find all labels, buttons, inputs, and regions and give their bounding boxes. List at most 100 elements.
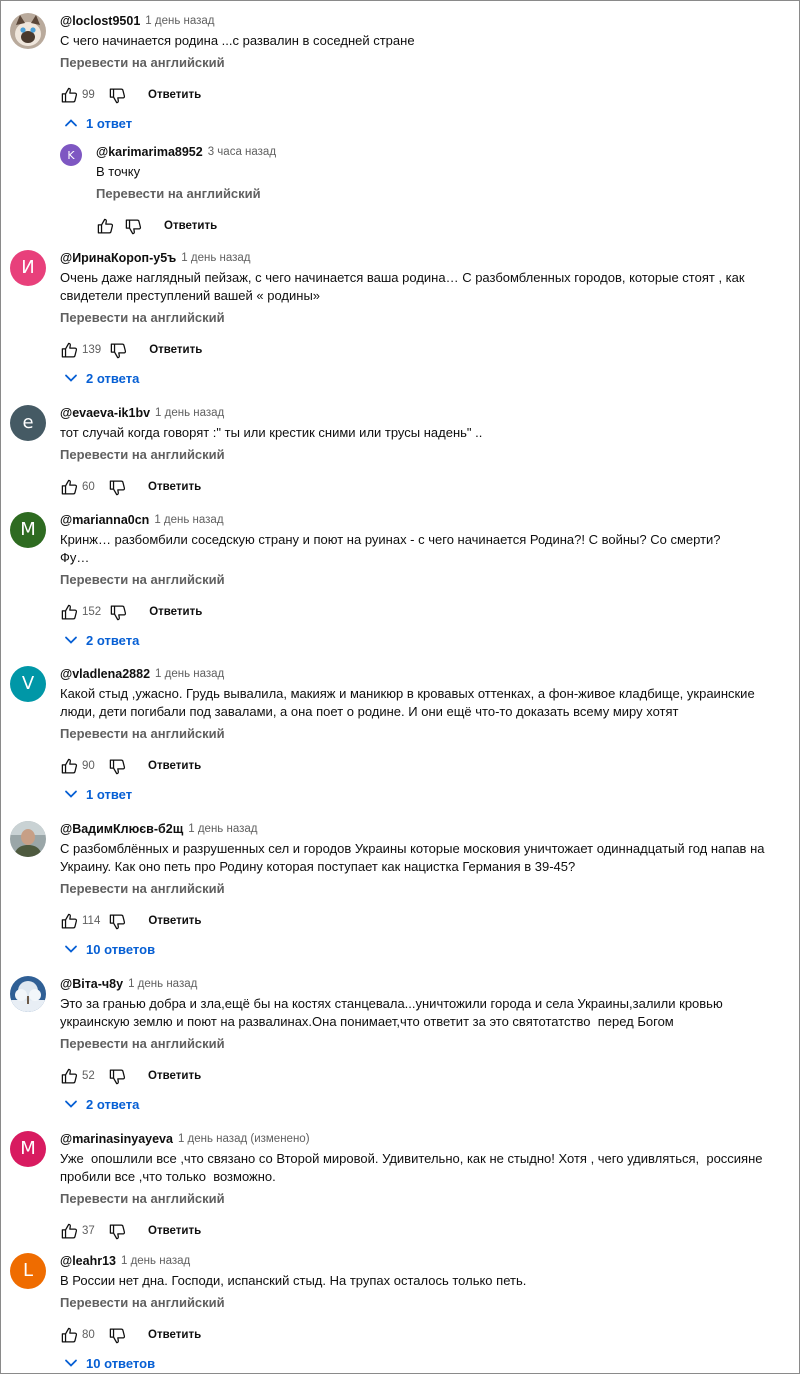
comment-date[interactable]: 1 день назад [188,823,257,835]
thumbs-down-icon [109,914,125,929]
comment-actions: 99 Ответить [58,82,201,108]
avatar-letter: V [21,673,35,694]
comment-date[interactable]: 1 день назад [145,15,214,27]
like-button[interactable] [58,1323,80,1347]
like-button[interactable] [58,475,80,499]
author-name[interactable]: @ИринаКороп-у5ъ [60,251,176,265]
like-count: 139 [82,344,102,356]
show-replies-toggle[interactable]: 10 ответов [64,1352,155,1373]
avatar-letter: K [67,148,75,162]
author-name[interactable]: @ВадимКлюєв-б2щ [60,822,183,836]
like-button[interactable] [58,600,80,624]
reply-button[interactable]: Ответить [148,1225,201,1237]
author-name[interactable]: @loclost9501 [60,14,140,28]
reply-button[interactable]: Ответить [149,344,202,356]
reply-button[interactable]: Ответить [149,606,202,618]
like-button[interactable] [58,338,80,362]
hide-replies-toggle[interactable]: 1 ответ [64,112,132,134]
author-name[interactable]: @marinasinyayeva [60,1132,173,1146]
reply-button[interactable]: Ответить [148,915,201,927]
translate-link[interactable]: Перевести на английский [60,1035,225,1053]
comment-actions: Ответить [94,213,217,239]
like-count: 152 [82,606,102,618]
avatar: И [10,250,46,286]
dislike-button[interactable] [106,1219,128,1243]
comment-text: Кринж… разбомбили соседскую страну и пою… [60,532,721,565]
avatar-letter: И [21,257,35,278]
comment-actions: 114 Ответить [58,908,202,934]
translate-link[interactable]: Перевести на английский [96,185,261,203]
author-name[interactable]: @vladlena2882 [60,667,150,681]
thumbs-down-icon [109,1069,125,1084]
comment-date[interactable]: 1 день назад [155,407,224,419]
replies-count: 1 ответ [86,786,133,802]
avatar-letter: M [20,1138,36,1159]
comment-date[interactable]: 1 день назад [155,668,224,680]
author-line: @marianna0cn 1 день назад [60,510,224,530]
dislike-button[interactable] [107,600,129,624]
comment-date[interactable]: 3 часа назад [208,146,276,158]
show-replies-toggle[interactable]: 1 ответ [64,783,132,805]
dislike-button[interactable] [106,754,128,778]
translate-link[interactable]: Перевести на английский [60,571,225,589]
translate-link[interactable]: Перевести на английский [60,54,225,72]
dislike-button[interactable] [106,1323,128,1347]
like-button[interactable] [58,83,80,107]
comment-text: тот случай когда говорят :" ты или крест… [60,425,483,440]
thumbs-down-icon [109,759,125,774]
comment-date[interactable]: 1 день назад (изменено) [178,1133,310,1145]
translate-link[interactable]: Перевести на английский [60,1190,225,1208]
author-line: @ВадимКлюєв-б2щ 1 день назад [60,819,257,839]
like-button[interactable] [58,909,80,933]
comment-date[interactable]: 1 день назад [181,252,250,264]
translate-link[interactable]: Перевести на английский [60,880,225,898]
reply-button[interactable]: Ответить [148,1329,201,1341]
show-replies-toggle[interactable]: 10 ответов [64,938,155,960]
reply-button[interactable]: Ответить [148,89,201,101]
dislike-button[interactable] [107,338,129,362]
show-replies-toggle[interactable]: 2 ответа [64,629,139,651]
like-button[interactable] [94,214,116,238]
translate-link[interactable]: Перевести на английский [60,309,225,327]
like-count: 80 [82,1329,95,1341]
author-line: @vladlena2882 1 день назад [60,664,224,684]
replies-count: 10 ответов [86,941,156,957]
reply-button[interactable]: Ответить [148,481,201,493]
comment-date[interactable]: 1 день назад [121,1255,190,1267]
thumbs-up-icon [61,1068,77,1083]
dislike-button[interactable] [106,475,128,499]
comments-panel: @loclost9501 1 день назад С чего начинаетс… [0,0,800,1374]
author-name[interactable]: @karimarima8952 [96,145,203,159]
reply-button[interactable]: Ответить [148,1070,201,1082]
author-name[interactable]: @Віта-ч8у [60,977,123,991]
like-button[interactable] [58,1064,80,1088]
avatar-letter: L [22,1260,34,1281]
like-button[interactable] [58,754,80,778]
dislike-button[interactable] [106,909,128,933]
comment-date[interactable]: 1 день назад [154,514,223,526]
show-replies-toggle[interactable]: 2 ответа [64,367,139,389]
translate-link[interactable]: Перевести на английский [60,446,225,464]
reply-button[interactable]: Ответить [148,760,201,772]
avatar: M [10,512,46,548]
comment-text: С чего начинается родина ...с развалин в… [60,33,415,48]
like-button[interactable] [58,1219,80,1243]
avatar [10,976,46,1012]
dislike-button[interactable] [106,83,128,107]
author-name[interactable]: @leahr13 [60,1254,116,1268]
dislike-button[interactable] [122,214,144,238]
translate-link[interactable]: Перевести на английский [60,1294,225,1312]
author-name[interactable]: @marianna0cn [60,513,149,527]
translate-link[interactable]: Перевести на английский [60,725,225,743]
comment-date[interactable]: 1 день назад [128,978,197,990]
show-replies-toggle[interactable]: 2 ответа [64,1093,139,1115]
dislike-button[interactable] [106,1064,128,1088]
comment-actions: 152 Ответить [58,599,202,625]
comment-text: В России нет дна. Господи, испанский сты… [60,1273,527,1288]
like-count: 37 [82,1225,95,1237]
thumbs-down-icon [109,1224,125,1239]
reply-button[interactable]: Ответить [164,220,217,232]
like-count: 60 [82,481,95,493]
avatar: K [60,144,82,166]
author-name[interactable]: @evaeva-ik1bv [60,406,150,420]
